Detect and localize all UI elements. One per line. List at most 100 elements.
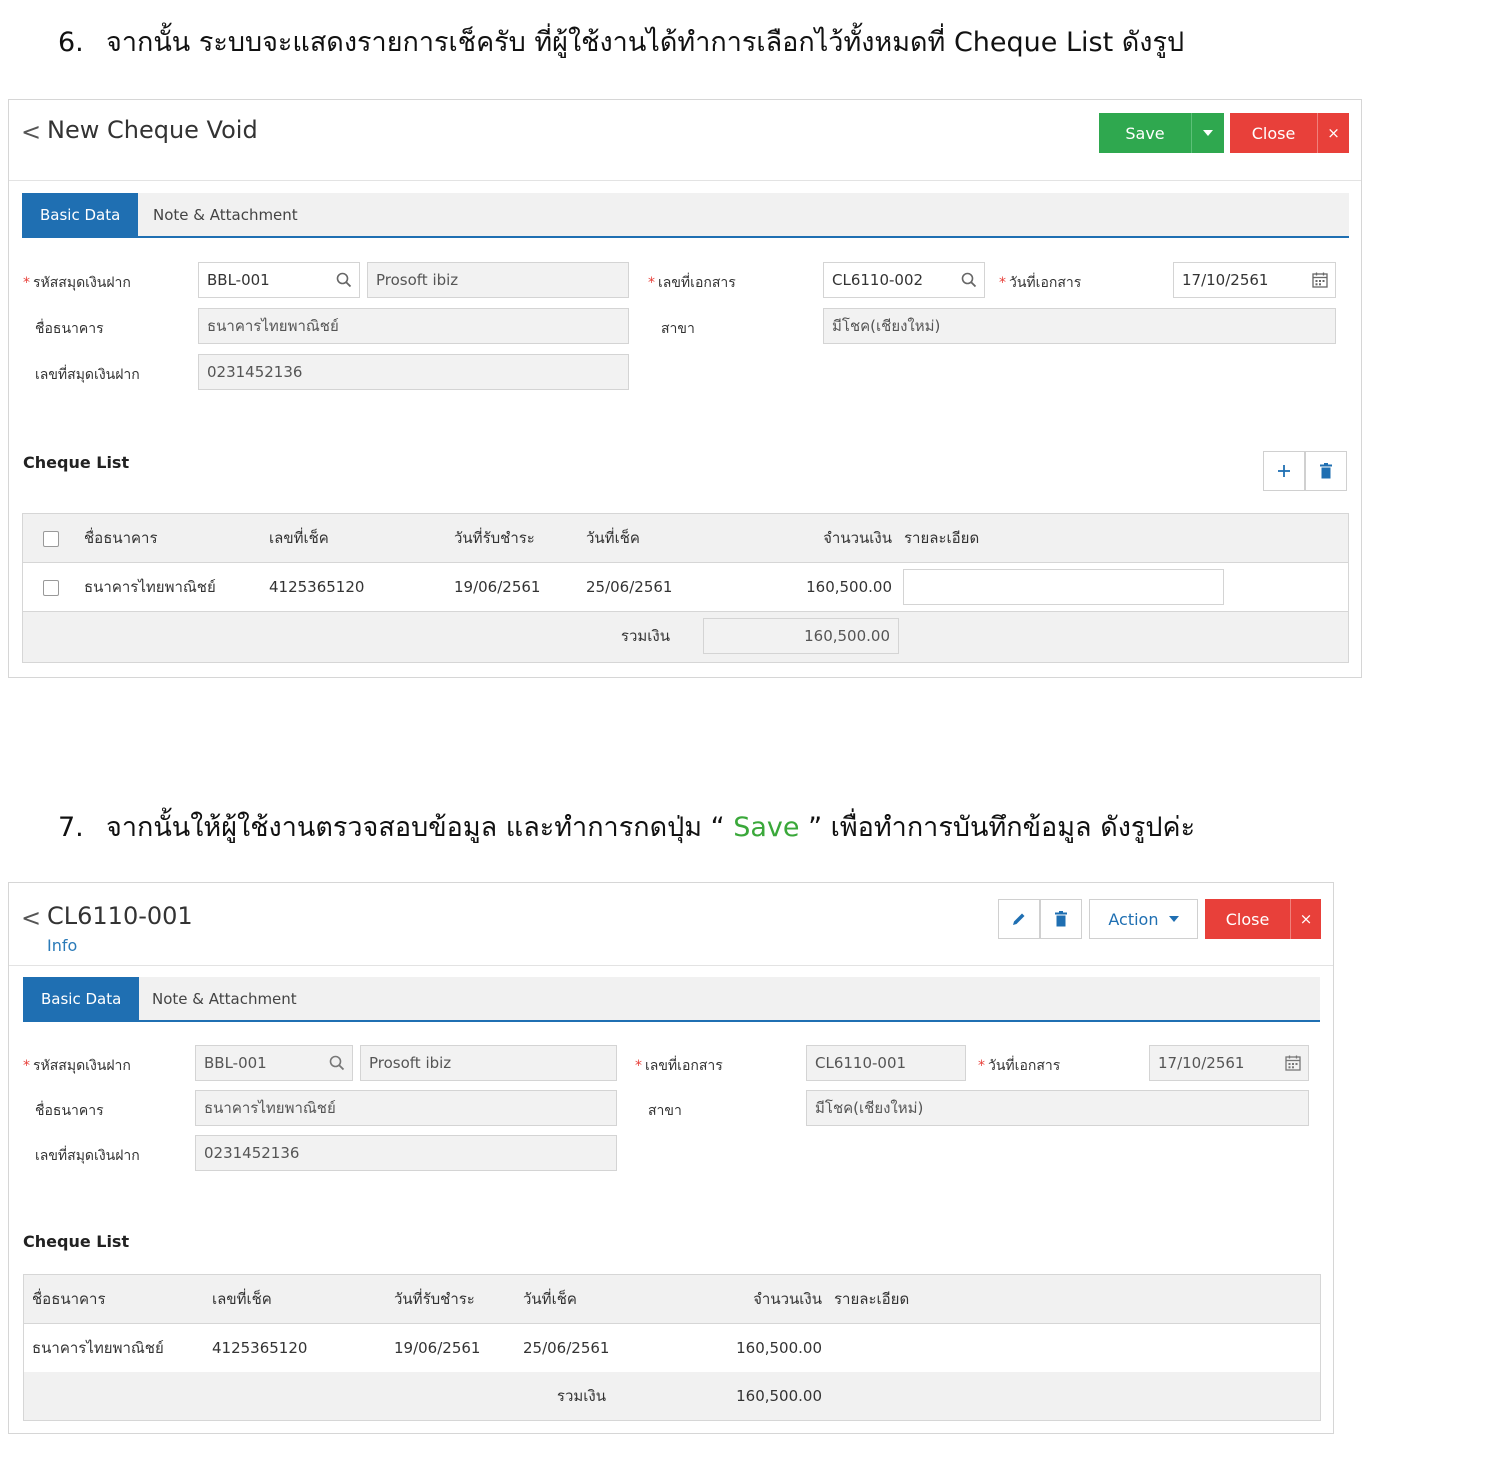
close-x-icon[interactable]: × xyxy=(1290,899,1321,939)
book-no-label: เลขที่สมุดเงินฝาก xyxy=(35,1148,140,1164)
tab-note-attachment[interactable]: Note & Attachment xyxy=(135,193,316,236)
cell-cheque-date: 25/06/2561 xyxy=(523,1339,610,1357)
book-no-field: 0231452136 xyxy=(195,1135,617,1171)
cell-amount: 160,500.00 xyxy=(736,1339,822,1357)
info-link[interactable]: Info xyxy=(47,936,77,955)
page-title: CL6110-001 xyxy=(47,902,193,930)
pencil-icon xyxy=(1013,913,1025,925)
col-amount: จำนวนเงิน xyxy=(753,1290,822,1308)
doc-no-input[interactable]: CL6110-002 xyxy=(823,262,985,298)
close-button[interactable]: Close xyxy=(1205,899,1290,939)
save-dropdown-button[interactable] xyxy=(1191,113,1224,153)
search-icon xyxy=(329,1055,345,1071)
total-value: 160,500.00 xyxy=(736,1387,822,1405)
save-keyword: Save xyxy=(733,812,800,843)
cell-cheque-no: 4125365120 xyxy=(212,1339,308,1357)
new-cheque-void-form: < New Cheque Void Save Close × Basic Dat… xyxy=(8,99,1362,678)
col-amount: จำนวนเงิน xyxy=(823,529,892,547)
search-icon[interactable] xyxy=(960,271,978,289)
back-arrow-icon[interactable]: < xyxy=(21,904,41,932)
calendar-icon xyxy=(1285,1055,1301,1071)
save-button[interactable]: Save xyxy=(1099,113,1191,153)
caret-down-icon xyxy=(1203,130,1213,136)
step-text-after: ” เพื่อทำการบันทึกข้อมูล ดังรูปค่ะ xyxy=(799,812,1196,843)
doc-no-field: CL6110-001 xyxy=(806,1045,966,1081)
trash-icon xyxy=(1320,463,1332,479)
table-header: ชื่อธนาคาร เลขที่เช็ค วันที่รับชำระ วันท… xyxy=(24,1275,1320,1324)
step-7-instruction: 7. จากนั้นให้ผู้ใช้งานตรวจสอบข้อมูล และทำ… xyxy=(58,805,1195,848)
step-text-before: จากนั้นให้ผู้ใช้งานตรวจสอบข้อมูล และทำกา… xyxy=(106,812,734,843)
table-footer: รวมเงิน 160,500.00 xyxy=(23,612,1348,662)
close-x-icon[interactable]: × xyxy=(1317,113,1349,153)
bank-name-label: ชื่อธนาคาร xyxy=(35,321,104,337)
action-label: Action xyxy=(1108,909,1159,929)
calendar-icon[interactable] xyxy=(1311,271,1329,289)
book-no-field: 0231452136 xyxy=(198,354,629,390)
col-receive-date: วันที่รับชำระ xyxy=(454,529,535,547)
doc-no-label: * เลขที่เอกสาร xyxy=(648,275,736,291)
col-bank-name: ชื่อธนาคาร xyxy=(32,1290,106,1308)
cell-amount: 160,500.00 xyxy=(806,578,892,596)
doc-date-label: * วันที่เอกสาร xyxy=(978,1058,1061,1074)
branch-field: มีโชค(เชียงใหม่) xyxy=(806,1090,1309,1126)
bank-name-field: ธนาคารไทยพาณิชย์ xyxy=(195,1090,617,1126)
detail-input[interactable] xyxy=(903,569,1224,605)
bank-name-label: ชื่อธนาคาร xyxy=(35,1103,104,1119)
book-code-label: * รหัสสมุดเงินฝาก xyxy=(23,1058,131,1074)
trash-icon xyxy=(1055,911,1067,927)
tab-basic-data[interactable]: Basic Data xyxy=(22,193,139,236)
tab-basic-data[interactable]: Basic Data xyxy=(23,977,140,1020)
cheque-list-table: ชื่อธนาคาร เลขที่เช็ค วันที่รับชำระ วันท… xyxy=(22,513,1349,663)
col-detail: รายละเอียด xyxy=(904,529,980,547)
edit-button[interactable] xyxy=(998,899,1040,939)
doc-date-input[interactable]: 17/10/2561 xyxy=(1173,262,1336,298)
close-button[interactable]: Close xyxy=(1230,113,1317,153)
col-cheque-date: วันที่เช็ค xyxy=(586,529,640,547)
back-arrow-icon[interactable]: < xyxy=(21,118,41,146)
branch-field: มีโชค(เชียงใหม่) xyxy=(823,308,1336,344)
col-detail: รายละเอียด xyxy=(834,1290,910,1308)
table-row[interactable]: ธนาคารไทยพาณิชย์ 4125365120 19/06/2561 2… xyxy=(23,563,1348,612)
col-cheque-no: เลขที่เช็ค xyxy=(269,529,329,547)
table-header: ชื่อธนาคาร เลขที่เช็ค วันที่รับชำระ วันท… xyxy=(23,514,1348,563)
cheque-list-title: Cheque List xyxy=(23,453,130,472)
row-checkbox[interactable] xyxy=(43,580,59,596)
cell-cheque-no: 4125365120 xyxy=(269,578,365,596)
step-text: จากนั้น ระบบจะแสดงรายการเช็ครับ ที่ผู้ใช… xyxy=(106,27,1185,58)
cheque-list-title: Cheque List xyxy=(23,1232,130,1251)
book-code-input[interactable]: BBL-001 xyxy=(198,262,360,298)
book-code-field: BBL-001 xyxy=(195,1045,353,1081)
select-all-checkbox[interactable] xyxy=(43,531,59,547)
form-header: < CL6110-001 Info Action Close × xyxy=(9,883,1333,966)
step-6-instruction: 6. จากนั้น ระบบจะแสดงรายการเช็ครับ ที่ผู้… xyxy=(58,20,1184,63)
plus-icon xyxy=(1278,465,1290,477)
delete-row-button[interactable] xyxy=(1305,451,1347,491)
company-field: Prosoft ibiz xyxy=(360,1045,617,1081)
step-number: 6. xyxy=(58,27,84,58)
total-label: รวมเงิน xyxy=(620,627,670,645)
branch-label: สาขา xyxy=(661,321,695,337)
col-cheque-date: วันที่เช็ค xyxy=(523,1290,577,1308)
delete-button[interactable] xyxy=(1040,899,1082,939)
col-receive-date: วันที่รับชำระ xyxy=(394,1290,475,1308)
add-row-button[interactable] xyxy=(1263,451,1305,491)
doc-date-field: 17/10/2561 xyxy=(1149,1045,1309,1081)
table-row[interactable]: ธนาคารไทยพาณิชย์ 4125365120 19/06/2561 2… xyxy=(24,1324,1320,1373)
step-number: 7. xyxy=(58,812,84,843)
book-code-label: * รหัสสมุดเงินฝาก xyxy=(23,275,131,291)
tab-note-attachment[interactable]: Note & Attachment xyxy=(134,977,315,1020)
doc-no-label: * เลขที่เอกสาร xyxy=(635,1058,723,1074)
col-cheque-no: เลขที่เช็ค xyxy=(212,1290,272,1308)
cheque-void-view: < CL6110-001 Info Action Close × Basic D… xyxy=(8,882,1334,1434)
total-label: รวมเงิน xyxy=(556,1387,606,1405)
table-footer: รวมเงิน 160,500.00 xyxy=(24,1372,1320,1420)
doc-date-label: * วันที่เอกสาร xyxy=(999,275,1082,291)
action-button[interactable]: Action xyxy=(1089,899,1198,939)
search-icon[interactable] xyxy=(335,271,353,289)
cell-bank-name: ธนาคารไทยพาณิชย์ xyxy=(84,578,216,596)
cheque-list-table: ชื่อธนาคาร เลขที่เช็ค วันที่รับชำระ วันท… xyxy=(23,1274,1321,1421)
cell-receive-date: 19/06/2561 xyxy=(394,1339,481,1357)
caret-down-icon xyxy=(1168,916,1179,922)
form-header: < New Cheque Void Save Close × xyxy=(9,100,1361,181)
book-no-label: เลขที่สมุดเงินฝาก xyxy=(35,367,140,383)
